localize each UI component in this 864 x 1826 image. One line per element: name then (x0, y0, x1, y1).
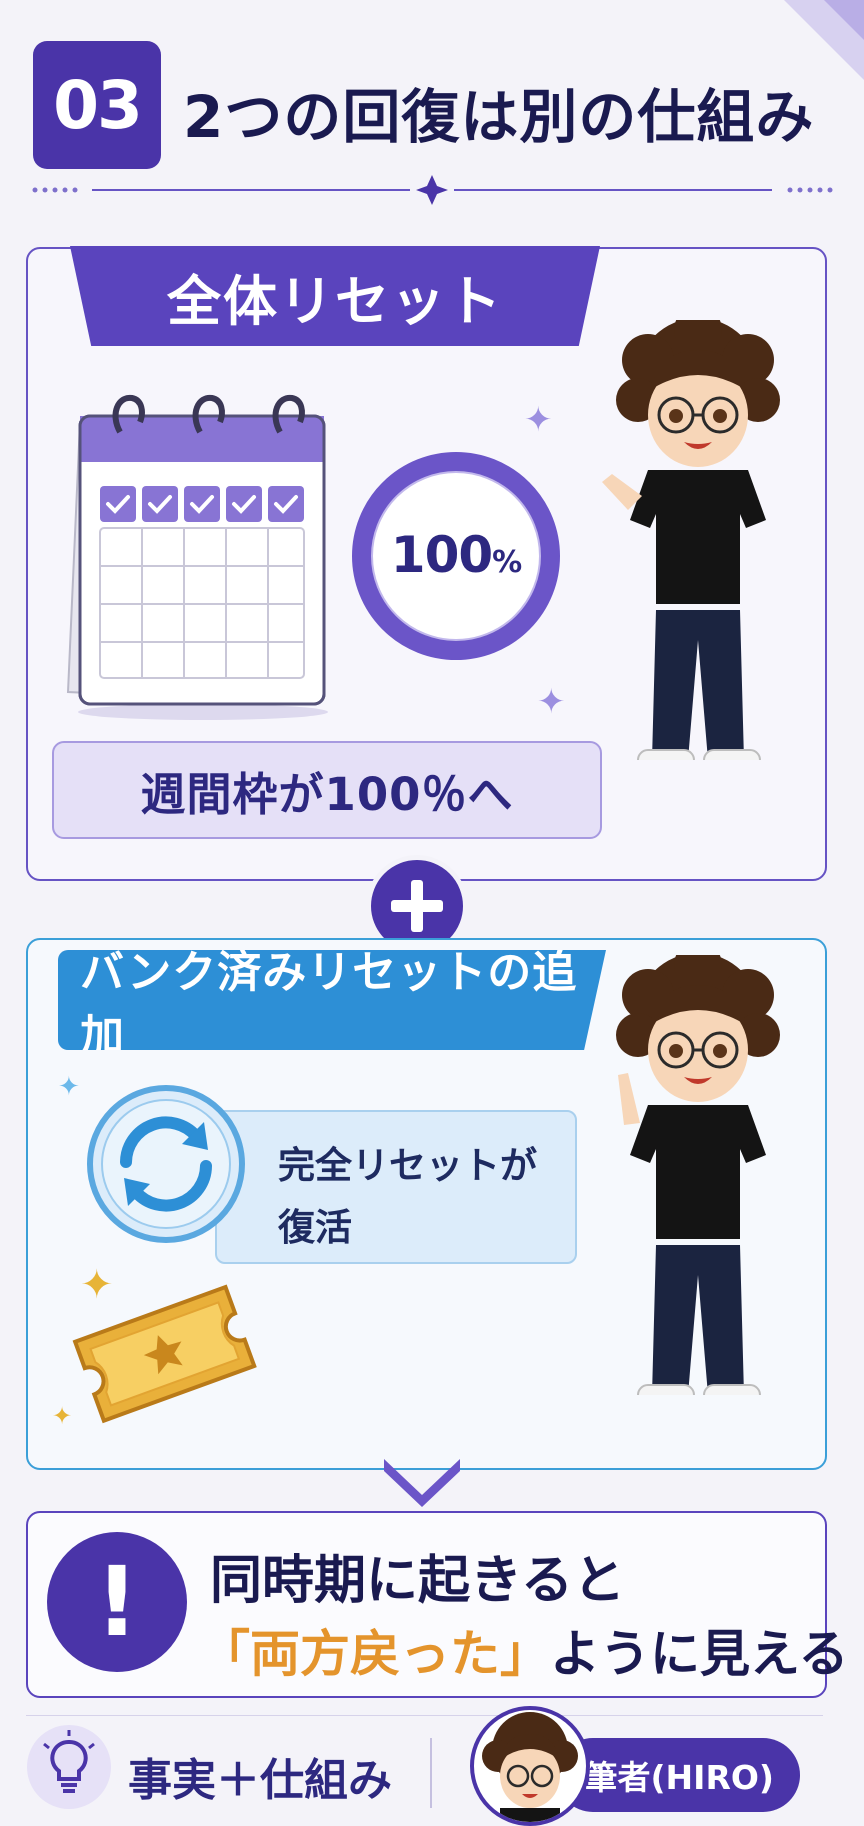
full-reset-revived-text: 完全リセットが 復活 (278, 1144, 537, 1249)
chevron-down-icon (384, 1459, 460, 1507)
title-divider (32, 175, 833, 205)
alert-icon: ! (47, 1532, 187, 1672)
sparkle-icon: ✦ (524, 400, 553, 440)
progress-value: 100% (390, 526, 522, 584)
page-title: 2つの回復は別の仕組み (183, 83, 815, 151)
conclusion-line2: 「両方戻った」ように見える (200, 1625, 849, 1683)
sparkle-icon: ✦ (537, 682, 566, 722)
full-reset-ribbon: 全体リセット (70, 246, 600, 346)
section-number-badge: 03 (33, 41, 161, 169)
sparkle-icon: ✦ (80, 1262, 114, 1308)
fact-mechanism-label: 事実＋仕組み (128, 1755, 392, 1806)
conclusion-line1: 同時期に起きると (210, 1551, 625, 1611)
sync-icon (87, 1085, 245, 1243)
weekly-quota-label: 週間枠が100％へ (52, 741, 602, 839)
calendar-icon (66, 394, 328, 720)
author-badge: 筆者(HIRO) (556, 1738, 800, 1812)
avatar (470, 1706, 590, 1826)
sparkle-icon: ✦ (58, 1072, 80, 1102)
sparkle-icon: ✦ (52, 1402, 73, 1430)
footer-separator (430, 1738, 432, 1808)
banked-reset-ribbon: バンク済みリセットの追加 (58, 950, 606, 1050)
author-character-presenting (602, 320, 780, 760)
footer-divider (26, 1715, 823, 1716)
author-character-pointing (616, 955, 780, 1395)
bulb-icon (27, 1725, 111, 1809)
